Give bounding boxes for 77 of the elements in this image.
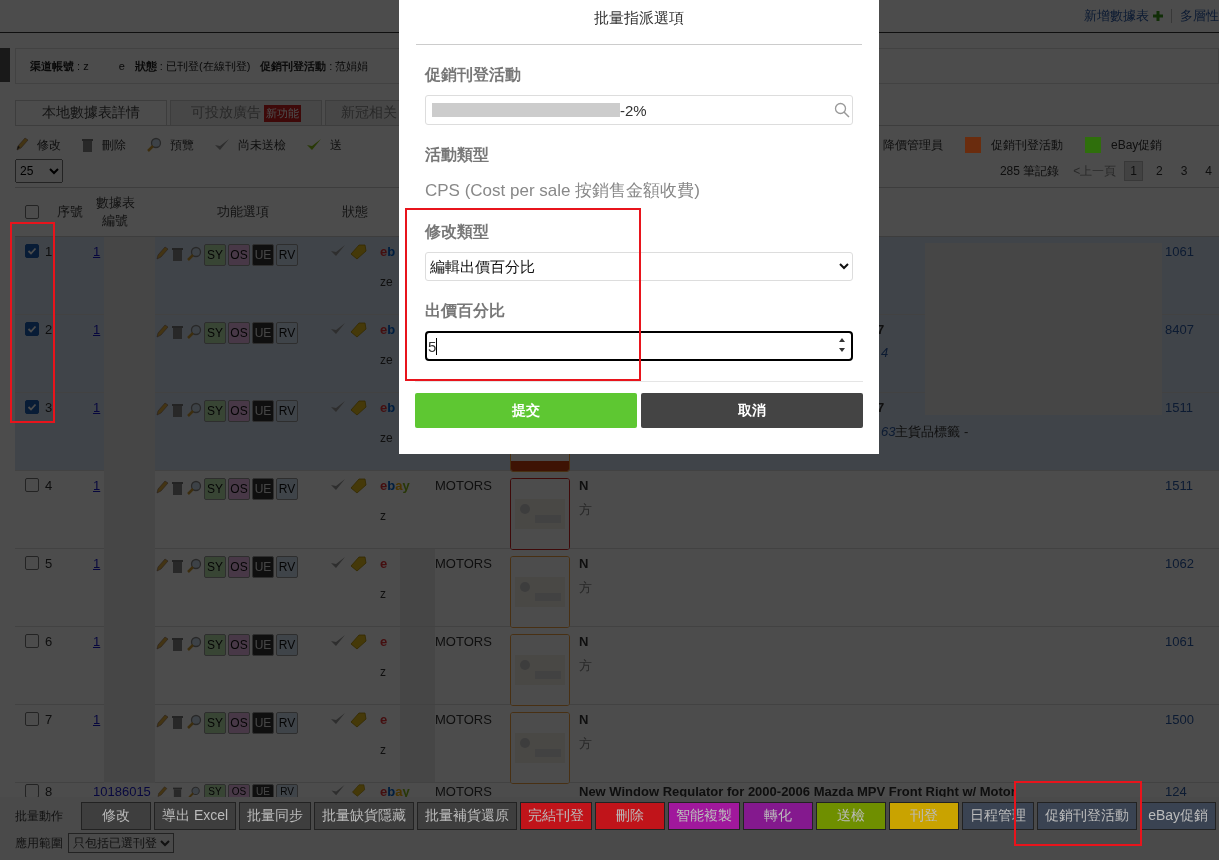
row-number: 7	[45, 712, 53, 727]
sheet-id-link[interactable]: 1	[93, 322, 101, 337]
bulk-button[interactable]: 促銷刊登活動	[1037, 802, 1138, 830]
seller-text: ze	[380, 275, 394, 289]
title-text: 7	[877, 400, 886, 415]
sheet-id-link[interactable]: 1	[93, 556, 101, 571]
title-text: N	[579, 478, 590, 493]
sheet-id-link[interactable]: 1	[93, 478, 101, 493]
ebay-logo: ebay	[380, 478, 411, 493]
legend-label: 促銷刊登活動	[991, 136, 1063, 154]
bulk-button[interactable]: 修改	[81, 802, 151, 830]
info-field: 渠道帳號 : z	[30, 58, 89, 74]
title-text: N	[579, 556, 590, 571]
legend-label: eBay促銷	[1111, 136, 1163, 154]
seller-text: z	[380, 743, 387, 757]
bulk-button[interactable]: 批量補貨還原	[417, 802, 518, 830]
field-label: 促銷刊登活動	[425, 65, 522, 85]
bulk-button[interactable]: 智能複製	[668, 802, 741, 830]
bulk-button[interactable]: 批量缺貨隱藏	[314, 802, 415, 830]
row-number: 2	[45, 322, 53, 337]
sheet-id-link[interactable]: 10186015	[93, 784, 151, 799]
platform-text: MOTORS	[435, 478, 492, 493]
number-input[interactable]: 5	[425, 331, 853, 361]
search-field[interactable]: -2%	[425, 95, 853, 125]
header-link[interactable]: 多層性	[1180, 7, 1219, 25]
activity-type-text: CPS (Cost per sale 按銷售金額收費)	[425, 180, 701, 202]
row-number: 8	[45, 784, 53, 799]
field-label: 出價百分比	[425, 301, 506, 321]
search-icon	[834, 102, 850, 118]
ebay-logo: e	[380, 712, 389, 727]
bulk-button[interactable]: 批量同步	[239, 802, 312, 830]
sheet-id-link[interactable]: 1	[93, 244, 101, 259]
row-number: 5	[45, 556, 53, 571]
platform-text: MOTORS	[435, 784, 492, 799]
platform-text: MOTORS	[435, 712, 492, 727]
bulk-button[interactable]: eBay促銷	[1140, 802, 1217, 830]
modal-title: 批量指派選項	[416, 0, 862, 45]
bulk-button[interactable]: 完結刊登	[520, 802, 593, 830]
row-number: 3	[45, 400, 53, 415]
bulk-button[interactable]: 導出 Excel	[154, 802, 237, 830]
price-text: 124	[1165, 784, 1187, 799]
info-field: e	[118, 60, 125, 72]
row-number: 6	[45, 634, 53, 649]
header-link[interactable]: 新增數據表	[1084, 7, 1149, 25]
bulk-button[interactable]: 刪除	[595, 802, 666, 830]
cancel-button[interactable]: 取消	[641, 393, 863, 428]
title-text: N	[579, 712, 590, 727]
seller-text: z	[380, 587, 387, 601]
price-text: 1511	[1165, 478, 1193, 493]
info-field: 狀態 : 已刊登(在線刊登)	[134, 58, 251, 74]
edit-type-select[interactable]: 編輯出價百分比	[425, 252, 853, 281]
bulk-button[interactable]: 刊登	[889, 802, 960, 830]
sheet-id-link[interactable]: 1	[93, 400, 101, 415]
sheet-id-link[interactable]: 1	[93, 634, 101, 649]
platform-text: MOTORS	[435, 634, 492, 649]
text-cursor	[436, 337, 438, 355]
bulk-button[interactable]: 轉化	[743, 802, 814, 830]
platform-text: MOTORS	[435, 556, 492, 571]
field-label: 修改類型	[425, 222, 490, 242]
seller-text: ze	[380, 353, 394, 367]
field-label: 活動類型	[425, 145, 490, 165]
title-text: N	[579, 634, 590, 649]
sheet-id-link[interactable]: 1	[93, 712, 101, 727]
price-text: 1500	[1165, 712, 1194, 727]
seller-text: ze	[380, 431, 394, 445]
price-text: 1061	[1165, 634, 1194, 649]
price-text: 1062	[1165, 556, 1194, 571]
bulk-button[interactable]: 送檢	[816, 802, 887, 830]
ebay-logo: e	[380, 556, 389, 571]
row-number: 1	[45, 244, 53, 259]
row-number: 4	[45, 478, 53, 493]
ebay-logo: e	[380, 634, 389, 649]
seller-text: z	[380, 665, 387, 679]
title-text: 7	[877, 322, 886, 337]
info-field: 促銷刊登活動 : 范娟娟	[260, 58, 369, 74]
seller-text: z	[380, 509, 387, 523]
submit-button[interactable]: 提交	[415, 393, 637, 428]
